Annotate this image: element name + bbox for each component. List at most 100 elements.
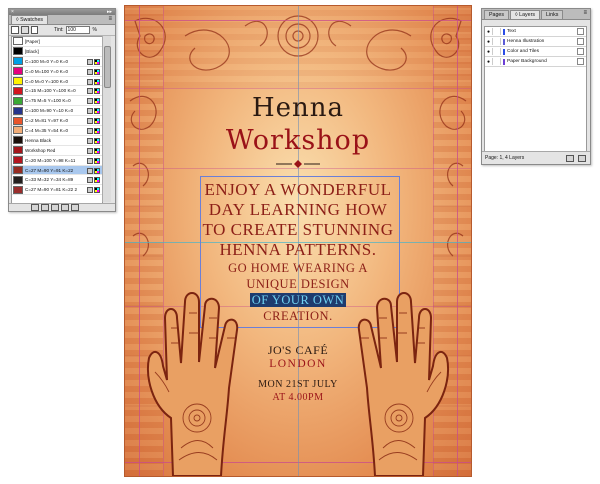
swatch-type-icons xyxy=(87,68,100,75)
body-line[interactable]: henna patterns. xyxy=(199,241,397,258)
layer-row[interactable]: ● Henna Illustration xyxy=(485,37,586,47)
cmyk-mode-icon xyxy=(94,58,100,65)
panel-menu-icon[interactable]: ≡ xyxy=(108,16,112,23)
eye-icon[interactable]: ● xyxy=(485,59,492,65)
layers-panel: Pages ◊ Layers Links ≡ ● Text ● Henna Illus… xyxy=(481,8,591,165)
swatch-name: [Black] xyxy=(25,48,39,54)
selected-text[interactable]: of your own xyxy=(249,293,347,307)
cmyk-mode-icon xyxy=(94,157,100,164)
eye-icon[interactable]: ● xyxy=(485,39,492,45)
fill-stroke-icon[interactable] xyxy=(11,26,19,34)
swatch-row[interactable]: Workshop Red xyxy=(12,146,102,156)
cmyk-mode-icon xyxy=(94,98,100,105)
swatch-color-chip xyxy=(13,146,23,155)
swatch-row[interactable]: C=0 M=0 Y=100 K=0 xyxy=(12,77,102,87)
body-line[interactable]: to create stunning xyxy=(199,221,397,238)
delete-swatch-icon[interactable] xyxy=(71,204,79,211)
lock-toggle[interactable] xyxy=(492,28,501,35)
swatches-toolbar: Tint: 100 % xyxy=(9,25,115,36)
lock-toggle[interactable] xyxy=(492,58,501,65)
formatting-container-icon[interactable] xyxy=(21,26,29,34)
lock-toggle[interactable] xyxy=(492,38,501,45)
new-swatch-icon[interactable] xyxy=(61,204,69,211)
swatch-color-chip xyxy=(13,37,23,46)
swatch-color-chip xyxy=(13,57,23,66)
formatting-text-icon[interactable] xyxy=(31,26,38,34)
swatch-row[interactable]: C=100 M=0 Y=0 K=0 xyxy=(12,57,102,67)
swatch-row[interactable]: C=20 M=100 Y=98 K=11 xyxy=(12,156,102,166)
show-gradient-swatches-icon[interactable] xyxy=(51,204,59,211)
layer-target-box[interactable] xyxy=(577,28,584,35)
swatch-type-icons xyxy=(87,118,100,125)
swatch-type-icons xyxy=(87,147,100,154)
tab-layers[interactable]: ◊ Layers xyxy=(510,10,541,19)
swatch-row[interactable]: C=27 M=90 Y=91 K=22 xyxy=(12,165,102,176)
poster-title-henna[interactable]: Henna xyxy=(125,93,471,123)
cmyk-mode-icon xyxy=(94,187,100,194)
swatch-name: C=100 M=90 Y=10 K=0 xyxy=(25,108,74,114)
swatch-row[interactable]: C=2 M=81 Y=97 K=0 xyxy=(12,116,102,127)
tint-input[interactable]: 100 xyxy=(65,26,90,34)
tab-swatches[interactable]: ◊ Swatches xyxy=(11,15,49,24)
layer-row[interactable]: ● Paper Background xyxy=(485,57,586,67)
layer-name: Paper Background xyxy=(507,59,547,64)
swatch-row[interactable]: C=0 M=100 Y=0 K=0 xyxy=(12,67,102,77)
layer-target-box[interactable] xyxy=(577,48,584,55)
swatch-name: [Paper] xyxy=(25,38,40,44)
swatch-row[interactable]: [Black] xyxy=(12,47,102,57)
cmyk-mode-icon xyxy=(94,108,100,115)
swatch-type-icons xyxy=(87,167,100,174)
eye-icon[interactable]: ● xyxy=(485,49,492,55)
swatch-scrollbar[interactable] xyxy=(102,36,111,202)
show-all-swatches-icon[interactable] xyxy=(31,204,39,211)
process-color-icon xyxy=(87,88,93,95)
body-line[interactable]: Enjoy a wonderful xyxy=(199,181,397,198)
left-henna-hand[interactable] xyxy=(143,288,253,476)
swatch-color-chip xyxy=(13,175,23,184)
margin-guide xyxy=(139,6,140,476)
swatch-row[interactable]: C=27 M=90 Y=81 K=22 2 xyxy=(12,185,102,196)
swatch-row[interactable]: C=100 M=90 Y=10 K=0 xyxy=(12,106,102,117)
eye-icon[interactable]: ● xyxy=(485,29,492,35)
right-henna-hand[interactable] xyxy=(343,288,453,476)
cmyk-mode-icon xyxy=(94,167,100,174)
layer-name: Text xyxy=(507,29,516,34)
swatch-name: C=27 M=90 Y=81 K=22 2 xyxy=(25,187,78,193)
layer-color-swatch xyxy=(503,48,505,55)
layer-row[interactable]: ● Color and Tiles xyxy=(485,47,586,57)
new-layer-icon[interactable] xyxy=(566,155,574,162)
layer-color-swatch xyxy=(503,38,505,45)
process-color-icon xyxy=(87,147,93,154)
body-line[interactable]: Go home wearing a xyxy=(199,262,397,275)
swatch-row[interactable]: C=33 M=32 Y=34 K=89 xyxy=(12,175,102,186)
panel-menu-icon[interactable]: ≡ xyxy=(583,10,587,17)
layers-tabrow: Pages ◊ Layers Links ≡ xyxy=(482,9,590,20)
layer-target-box[interactable] xyxy=(577,38,584,45)
show-color-swatches-icon[interactable] xyxy=(41,204,49,211)
poster-title-workshop[interactable]: Workshop xyxy=(125,125,471,156)
swatch-name: C=2 M=81 Y=97 K=0 xyxy=(25,118,69,124)
layer-row[interactable]: ● Text xyxy=(485,27,586,37)
layers-footer: Page: 1, 4 Layers xyxy=(482,151,590,164)
layer-target-box[interactable] xyxy=(577,58,584,65)
tab-links[interactable]: Links xyxy=(541,10,564,19)
swatch-type-icons xyxy=(87,78,100,85)
swatch-row[interactable]: C=15 M=100 Y=100 K=0 xyxy=(12,86,102,97)
swatch-row[interactable]: Henna Black xyxy=(12,136,102,146)
swatch-row[interactable]: C=75 M=5 Y=100 K=0 xyxy=(12,96,102,107)
layer-color-swatch xyxy=(503,58,505,65)
swatch-name: C=20 M=100 Y=98 K=11 xyxy=(25,157,76,163)
process-color-icon xyxy=(87,118,93,125)
swatch-name: Henna Black xyxy=(25,137,52,143)
lock-toggle[interactable] xyxy=(492,48,501,55)
poster-document[interactable]: Henna Workshop Enjoy a wonderful day lea… xyxy=(124,5,472,477)
body-line[interactable]: day learning how xyxy=(199,201,397,218)
tab-pages[interactable]: Pages xyxy=(484,10,510,19)
delete-layer-icon[interactable] xyxy=(578,155,586,162)
swatch-name: C=0 M=100 Y=0 K=0 xyxy=(25,68,69,74)
scroll-thumb[interactable] xyxy=(104,46,111,88)
swatch-name: Workshop Red xyxy=(25,147,56,153)
swatch-name: C=15 M=100 Y=100 K=0 xyxy=(25,88,76,94)
swatch-row[interactable]: [Paper] xyxy=(12,37,102,47)
swatch-row[interactable]: C=4 M=35 Y=54 K=0 xyxy=(12,126,102,136)
